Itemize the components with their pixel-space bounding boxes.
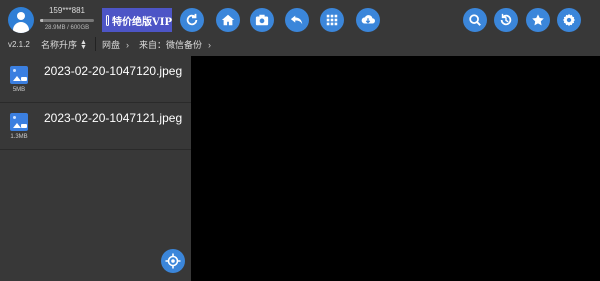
breadcrumb-folder[interactable]: 来自：微信备份 — [139, 38, 202, 51]
vip-icon — [106, 14, 110, 26]
app-version: v2.1.2 — [8, 40, 30, 49]
settings-button[interactable] — [557, 8, 581, 32]
vip-label: 特价绝版VIP — [112, 16, 172, 28]
sort-dropdown[interactable]: 名称升序 ▲ ▼ — [41, 38, 87, 51]
file-name: 2023-02-20-1047121.jpeg — [44, 111, 183, 125]
download-button[interactable] — [356, 8, 380, 32]
refresh-button[interactable] — [180, 8, 204, 32]
search-icon — [469, 14, 481, 26]
breadcrumb: 网盘 › 来自：微信备份 › — [102, 38, 221, 51]
file-list-item[interactable]: 5MB 2023-02-20-1047120.jpeg — [0, 56, 191, 103]
top-toolbar: 159***881 28.9MB / 600GB 特价绝版VIP v2.1.2 … — [0, 0, 600, 56]
sort-label: 名称升序 — [41, 40, 78, 50]
chevron-right-icon: › — [208, 39, 212, 50]
vip-promo-button[interactable]: 特价绝版VIP — [102, 8, 172, 32]
home-button[interactable] — [216, 8, 240, 32]
download-icon — [361, 15, 375, 24]
file-list-panel: 5MB 2023-02-20-1047120.jpeg 1.3MB 2023-0… — [0, 56, 191, 281]
settings-icon — [562, 13, 576, 27]
refresh-icon — [186, 13, 198, 26]
search-button[interactable] — [463, 8, 487, 32]
divider — [95, 37, 96, 51]
grid-icon — [326, 14, 338, 26]
home-icon — [221, 14, 235, 26]
star-icon — [532, 14, 544, 26]
back-icon — [290, 15, 303, 25]
favorites-button[interactable] — [526, 8, 550, 32]
file-list-item[interactable]: 1.3MB 2023-02-20-1047121.jpeg — [0, 103, 191, 150]
file-size: 5MB — [12, 87, 26, 93]
breadcrumb-root[interactable]: 网盘 — [102, 38, 120, 51]
file-name: 2023-02-20-1047120.jpeg — [44, 64, 183, 78]
sort-arrows-icon: ▲ ▼ — [80, 38, 87, 51]
locate-button[interactable] — [161, 249, 185, 273]
account-username: 159***881 — [48, 6, 86, 15]
history-button[interactable] — [494, 8, 518, 32]
image-preview-area[interactable] — [191, 56, 600, 281]
history-icon — [500, 13, 512, 26]
account-info: 159***881 28.9MB / 600GB — [38, 6, 96, 32]
grid-view-button[interactable] — [320, 8, 344, 32]
back-button[interactable] — [285, 8, 309, 32]
image-file-icon — [10, 66, 28, 84]
camera-icon — [255, 14, 269, 26]
crosshair-icon — [165, 253, 181, 269]
chevron-right-icon: › — [126, 39, 130, 50]
image-file-icon — [10, 113, 28, 131]
storage-usage-bar — [40, 19, 94, 22]
file-size: 1.3MB — [10, 134, 28, 140]
camera-button[interactable] — [250, 8, 274, 32]
avatar[interactable] — [8, 7, 34, 33]
storage-quota: 28.9MB / 600GB — [44, 25, 90, 31]
